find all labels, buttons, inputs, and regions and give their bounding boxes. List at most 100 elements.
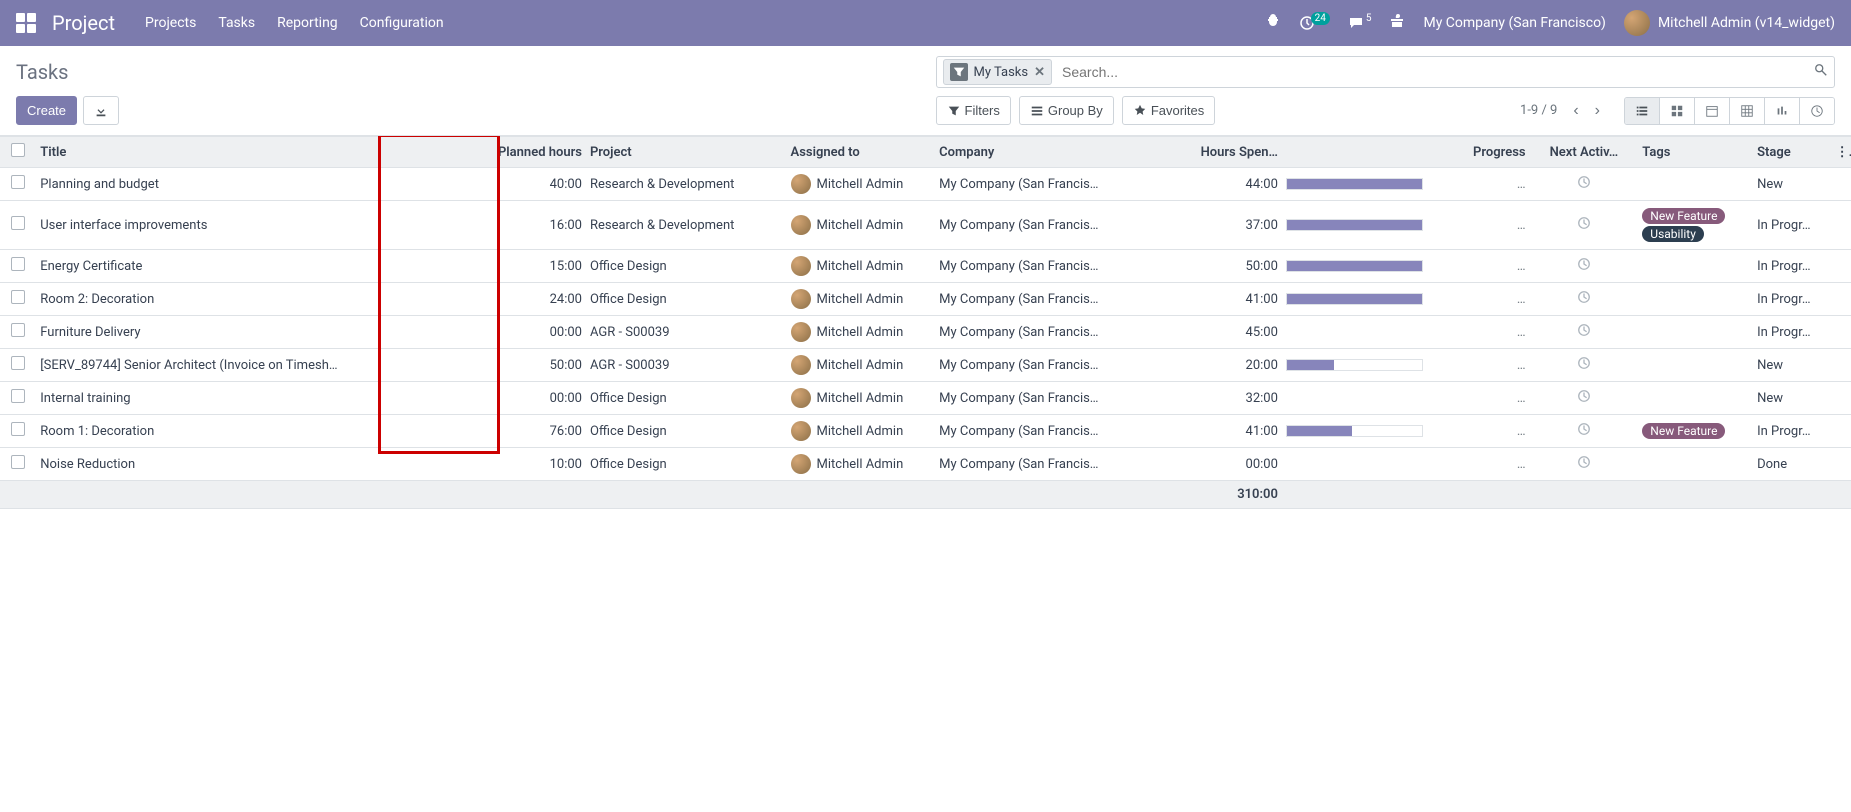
cell-company: My Company (San Francis… bbox=[935, 168, 1161, 201]
col-progress[interactable]: Progress bbox=[1427, 137, 1530, 168]
table-row[interactable]: [SERV_89744] Senior Architect (Invoice o… bbox=[0, 349, 1851, 382]
cell-progress-more[interactable]: … bbox=[1427, 448, 1530, 481]
clock-icon bbox=[1577, 260, 1591, 275]
col-stage[interactable]: Stage bbox=[1753, 137, 1832, 168]
cell-progressbar bbox=[1282, 382, 1427, 415]
cell-assigned: Mitchell Admin bbox=[787, 448, 936, 481]
row-checkbox[interactable] bbox=[11, 323, 25, 337]
cell-project: Research & Development bbox=[586, 201, 787, 250]
nav-reporting[interactable]: Reporting bbox=[277, 15, 338, 31]
cell-progress-more[interactable]: … bbox=[1427, 250, 1530, 283]
gift-icon[interactable] bbox=[1389, 13, 1405, 33]
groupby-button[interactable]: Group By bbox=[1019, 96, 1114, 125]
col-planned[interactable]: Planned hours bbox=[441, 137, 586, 168]
table-row[interactable]: User interface improvements 16:00 Resear… bbox=[0, 201, 1851, 250]
cell-activity[interactable] bbox=[1530, 168, 1639, 201]
cell-progress-more[interactable]: … bbox=[1427, 283, 1530, 316]
cell-activity[interactable] bbox=[1530, 316, 1639, 349]
cell-progress-more[interactable]: … bbox=[1427, 168, 1530, 201]
search-box[interactable]: My Tasks ✕ bbox=[936, 56, 1836, 88]
table-row[interactable]: Noise Reduction 10:00 Office Design Mitc… bbox=[0, 448, 1851, 481]
list-view-button[interactable] bbox=[1625, 98, 1660, 124]
cell-stage: In Progr… bbox=[1753, 415, 1832, 448]
row-checkbox[interactable] bbox=[11, 257, 25, 271]
cell-activity[interactable] bbox=[1530, 283, 1639, 316]
search-icon[interactable] bbox=[1814, 63, 1828, 81]
filters-button[interactable]: Filters bbox=[936, 96, 1011, 125]
cell-activity[interactable] bbox=[1530, 448, 1639, 481]
cell-progressbar bbox=[1282, 168, 1427, 201]
row-checkbox[interactable] bbox=[11, 356, 25, 370]
calendar-view-button[interactable] bbox=[1695, 98, 1730, 124]
cell-activity[interactable] bbox=[1530, 415, 1639, 448]
filter-icon bbox=[950, 63, 968, 81]
cell-title: Planning and budget bbox=[36, 168, 441, 201]
table-row[interactable]: Energy Certificate 15:00 Office Design M… bbox=[0, 250, 1851, 283]
nav-configuration[interactable]: Configuration bbox=[360, 15, 444, 31]
cell-assigned: Mitchell Admin bbox=[787, 250, 936, 283]
cell-progress-more[interactable]: … bbox=[1427, 349, 1530, 382]
messages-icon[interactable]: 5 bbox=[1348, 15, 1372, 31]
table-row[interactable]: Planning and budget 40:00 Research & Dev… bbox=[0, 168, 1851, 201]
cell-activity[interactable] bbox=[1530, 250, 1639, 283]
activity-view-button[interactable] bbox=[1800, 98, 1834, 124]
table-row[interactable]: Furniture Delivery 00:00 AGR - S00039 Mi… bbox=[0, 316, 1851, 349]
table-row[interactable]: Room 2: Decoration 24:00 Office Design M… bbox=[0, 283, 1851, 316]
cell-activity[interactable] bbox=[1530, 349, 1639, 382]
cell-activity[interactable] bbox=[1530, 201, 1639, 250]
col-tags[interactable]: Tags bbox=[1638, 137, 1753, 168]
cell-progress-more[interactable]: … bbox=[1427, 201, 1530, 250]
row-checkbox[interactable] bbox=[11, 455, 25, 469]
cell-tags: New FeatureUsability bbox=[1638, 201, 1753, 250]
kanban-view-button[interactable] bbox=[1660, 98, 1695, 124]
next-button[interactable]: › bbox=[1587, 98, 1608, 124]
nav-tasks[interactable]: Tasks bbox=[218, 15, 255, 31]
cell-progress-more[interactable]: … bbox=[1427, 415, 1530, 448]
user-menu[interactable]: Mitchell Admin (v14_widget) bbox=[1624, 10, 1835, 36]
select-all-checkbox[interactable] bbox=[11, 143, 25, 157]
create-button[interactable]: Create bbox=[16, 96, 77, 125]
row-checkbox[interactable] bbox=[11, 389, 25, 403]
table-row[interactable]: Internal training 00:00 Office Design Mi… bbox=[0, 382, 1851, 415]
cell-progress-more[interactable]: … bbox=[1427, 382, 1530, 415]
progress-bar bbox=[1286, 425, 1423, 437]
cell-project: Office Design bbox=[586, 448, 787, 481]
col-activity[interactable]: Next Activ… bbox=[1530, 137, 1639, 168]
pivot-view-button[interactable] bbox=[1730, 98, 1765, 124]
cell-project: AGR - S00039 bbox=[586, 316, 787, 349]
col-project[interactable]: Project bbox=[586, 137, 787, 168]
cell-tags bbox=[1638, 448, 1753, 481]
cell-title: [SERV_89744] Senior Architect (Invoice o… bbox=[36, 349, 441, 382]
company-switcher[interactable]: My Company (San Francisco) bbox=[1423, 15, 1605, 31]
favorites-button[interactable]: Favorites bbox=[1122, 96, 1215, 125]
notifications-icon[interactable]: 24 bbox=[1299, 15, 1330, 31]
avatar-icon bbox=[791, 388, 811, 408]
progress-bar bbox=[1286, 219, 1423, 231]
cell-project: AGR - S00039 bbox=[586, 349, 787, 382]
bug-icon[interactable] bbox=[1265, 13, 1281, 33]
pager-value[interactable]: 1-9 / 9 bbox=[1520, 103, 1557, 118]
col-hours[interactable]: Hours Spen… bbox=[1161, 137, 1282, 168]
search-input[interactable] bbox=[1058, 60, 1814, 84]
col-assigned[interactable]: Assigned to bbox=[787, 137, 936, 168]
col-options-icon[interactable]: ⋮ bbox=[1832, 137, 1851, 168]
apps-icon[interactable] bbox=[16, 13, 36, 33]
prev-button[interactable]: ‹ bbox=[1565, 98, 1586, 124]
col-company[interactable]: Company bbox=[935, 137, 1161, 168]
close-icon[interactable]: ✕ bbox=[1034, 65, 1045, 80]
cell-progressbar bbox=[1282, 201, 1427, 250]
app-name[interactable]: Project bbox=[52, 11, 115, 35]
cell-activity[interactable] bbox=[1530, 382, 1639, 415]
graph-view-button[interactable] bbox=[1765, 98, 1800, 124]
col-title[interactable]: Title bbox=[36, 137, 441, 168]
row-checkbox[interactable] bbox=[11, 216, 25, 230]
row-checkbox[interactable] bbox=[11, 422, 25, 436]
nav-projects[interactable]: Projects bbox=[145, 15, 196, 31]
cell-assigned: Mitchell Admin bbox=[787, 283, 936, 316]
download-button[interactable] bbox=[83, 96, 119, 125]
cell-progress-more[interactable]: … bbox=[1427, 316, 1530, 349]
row-checkbox[interactable] bbox=[11, 175, 25, 189]
avatar-icon bbox=[791, 256, 811, 276]
table-row[interactable]: Room 1: Decoration 76:00 Office Design M… bbox=[0, 415, 1851, 448]
row-checkbox[interactable] bbox=[11, 290, 25, 304]
